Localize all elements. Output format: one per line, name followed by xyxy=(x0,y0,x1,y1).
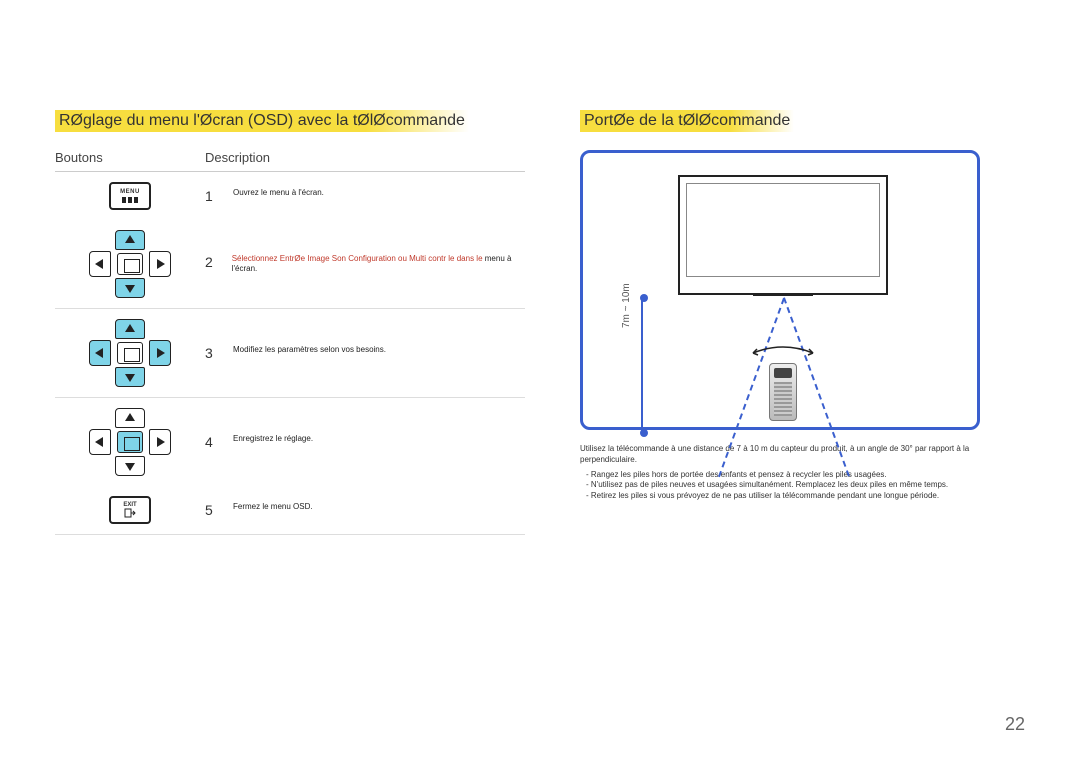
range-section-title: PortØe de la tØlØcommande xyxy=(580,110,794,132)
step-text: Fermez le menu OSD. xyxy=(233,502,313,512)
range-diagram: 7m ~ 10m xyxy=(580,150,980,430)
step-text: Sélectionnez EntrØe Image Son Configurat… xyxy=(232,254,525,274)
table-row: 2 Sélectionnez EntrØe Image Son Configur… xyxy=(55,220,525,309)
table-row: 3 Modifiez les paramètres selon vos beso… xyxy=(55,309,525,398)
table-row: EXIT 5 Fermez le menu OSD. xyxy=(55,486,525,535)
range-notes: Utilisez la télécommande à une distance … xyxy=(580,444,1025,502)
menu-button-icon: MENU xyxy=(109,182,151,210)
step-text: Modifiez les paramètres selon vos besoin… xyxy=(233,345,386,355)
page-number: 22 xyxy=(1005,714,1025,735)
step-number: 5 xyxy=(205,502,233,518)
remote-range-section: PortØe de la tØlØcommande 7m ~ 10m Utili… xyxy=(580,110,1025,535)
dpad-up-down-icon xyxy=(87,230,173,298)
step-number: 3 xyxy=(205,345,233,361)
list-item: N'utilisez pas de piles neuves et usagée… xyxy=(586,480,1025,491)
range-note-main: Utilisez la télécommande à une distance … xyxy=(580,444,1025,466)
table-row: MENU 1 Ouvrez le menu à l'écran. xyxy=(55,172,525,220)
remote-control-icon xyxy=(769,363,797,421)
dpad-center-icon xyxy=(87,408,173,476)
angle-arc-icon xyxy=(748,343,818,357)
dimension-line-icon xyxy=(641,298,643,433)
step-number: 2 xyxy=(205,254,232,270)
list-item: Retirez les piles si vous prévoyez de ne… xyxy=(586,491,1025,502)
list-item: Rangez les piles hors de portée des enfa… xyxy=(586,470,1025,481)
col-header-description: Description xyxy=(205,150,525,165)
step-number: 4 xyxy=(205,434,233,450)
step-text: Ouvrez le menu à l'écran. xyxy=(233,188,324,198)
col-header-buttons: Boutons xyxy=(55,150,205,165)
table-row: 4 Enregistrez le réglage. xyxy=(55,398,525,486)
distance-label: 7m ~ 10m xyxy=(621,283,632,328)
step-text: Enregistrez le réglage. xyxy=(233,434,313,444)
step-number: 1 xyxy=(205,188,233,204)
osd-section-title: RØglage du menu l'Øcran (OSD) avec la tØ… xyxy=(55,110,469,132)
table-header: Boutons Description xyxy=(55,150,525,172)
tv-icon xyxy=(678,175,888,295)
exit-button-icon: EXIT xyxy=(109,496,151,524)
dpad-all-icon xyxy=(87,319,173,387)
osd-menu-section: RØglage du menu l'Øcran (OSD) avec la tØ… xyxy=(55,110,525,535)
